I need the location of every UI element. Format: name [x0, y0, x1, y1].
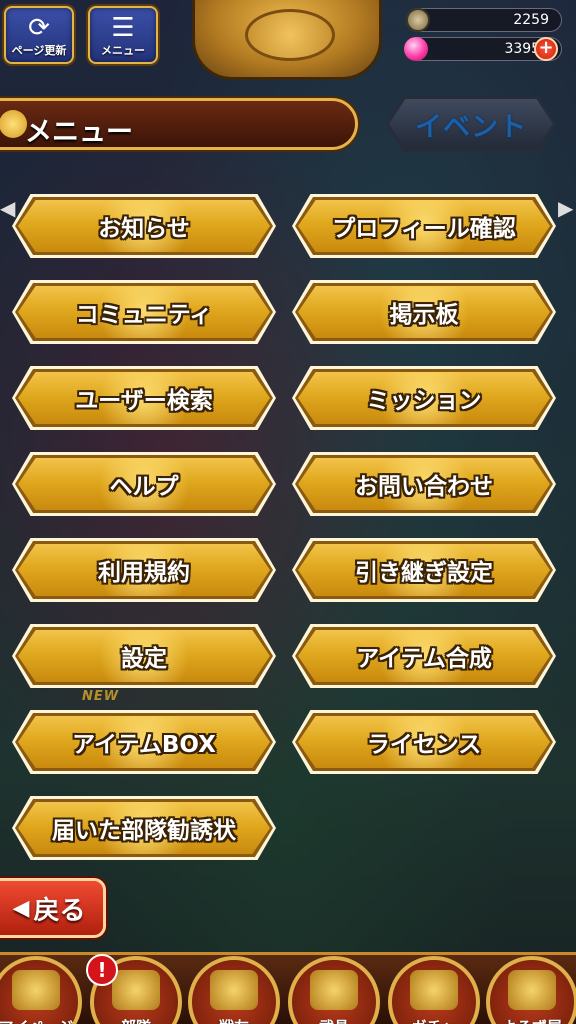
event-button[interactable]: イベント — [386, 96, 556, 152]
menu-button-label: アイテムBOX — [72, 732, 216, 758]
nav-item-label: 戦友 — [192, 1016, 276, 1024]
menu-button-transfer[interactable]: 引き継ぎ設定 — [292, 538, 556, 602]
helmet-icon — [310, 970, 358, 1010]
menu-button-label: アイテム合成 — [356, 646, 492, 672]
nav-item-label: よろず屋 — [490, 1016, 574, 1024]
menu-button-contact[interactable]: お問い合わせ — [292, 452, 556, 516]
menu-button-label: ユーザー検索 — [75, 388, 213, 414]
coin-icon — [406, 8, 430, 32]
notification-badge: ! — [86, 954, 118, 986]
menu-button-license[interactable]: ライセンス — [292, 710, 556, 774]
menu-button-label: ミッション — [366, 388, 482, 414]
right-arrow-icon: ▶ — [558, 196, 574, 220]
menu-button-label: 引き継ぎ設定 — [355, 560, 493, 586]
menu-header: メニュー — [0, 98, 358, 150]
menu-button-label: 利用規約 — [98, 560, 190, 586]
menu-button-bbs[interactable]: 掲示板 — [292, 280, 556, 344]
menu-button-community[interactable]: コミュニティ — [12, 280, 276, 344]
nav-item-label: 部隊 — [94, 1016, 178, 1024]
nav-item-label: 武具 — [292, 1016, 376, 1024]
header-orb-icon — [0, 110, 27, 138]
menu-button-invitations[interactable]: 届いた部隊勧誘状 — [12, 796, 276, 860]
new-badge: NEW — [82, 689, 120, 704]
menu-button-news[interactable]: お知らせ — [12, 194, 276, 258]
menu-button-label: ヘルプ — [109, 474, 179, 500]
menu-button-label: コミュニティ — [75, 302, 213, 328]
menu-button-item-box[interactable]: アイテムBOX — [12, 710, 276, 774]
menu-button-label: メニュー — [101, 44, 145, 57]
palace-icon — [12, 970, 60, 1010]
menu-button-profile[interactable]: プロフィール確認 — [292, 194, 556, 258]
add-gems-button[interactable]: + — [534, 37, 558, 61]
menu-button-help[interactable]: ヘルプ — [12, 452, 276, 516]
page-refresh-button[interactable]: ⟳ ページ更新 — [4, 6, 74, 64]
left-arrow-icon: ◀ — [0, 196, 16, 220]
refresh-icon: ⟳ — [28, 13, 50, 43]
nav-item-label: ガチャ — [392, 1016, 476, 1024]
menu-button-label: お問い合わせ — [355, 474, 493, 500]
menu-button-label: 設定 — [121, 646, 167, 672]
warrior-icon — [210, 970, 258, 1010]
top-bar: ⟳ ページ更新 ☰ メニュー 2259 33950 + — [0, 0, 576, 80]
top-medallion — [192, 0, 382, 80]
menu-button-label: 届いた部隊勧誘状 — [52, 818, 236, 844]
menu-button-mission[interactable]: ミッション — [292, 366, 556, 430]
page-title: メニュー — [25, 117, 133, 148]
peach-emblem-icon — [245, 9, 335, 61]
flag-icon — [112, 970, 160, 1010]
bowl-icon — [410, 970, 458, 1010]
menu-button-settings[interactable]: 設定 — [12, 624, 276, 688]
menu-button-label: ライセンス — [366, 732, 482, 758]
gem-icon — [404, 37, 428, 61]
nav-item-label: マイページ — [0, 1016, 78, 1024]
menu-button[interactable]: ☰ メニュー — [88, 6, 158, 64]
menu-button-label: プロフィール確認 — [332, 216, 516, 242]
page-refresh-label: ページ更新 — [11, 44, 67, 57]
menu-button-label: 掲示板 — [389, 302, 459, 328]
menu-button-item-synthesis[interactable]: アイテム合成 — [292, 624, 556, 688]
event-button-label: イベント — [389, 99, 553, 149]
menu-button-label: お知らせ — [98, 216, 190, 242]
back-button[interactable]: ◀ 戻る — [0, 878, 106, 938]
menu-button-user-search[interactable]: ユーザー検索 — [12, 366, 276, 430]
back-arrow-icon: ◀ — [12, 895, 30, 921]
menu-button-terms[interactable]: 利用規約 — [12, 538, 276, 602]
back-button-label: 戻る — [33, 895, 86, 926]
list-icon: ☰ — [111, 13, 135, 43]
peach-icon — [508, 970, 556, 1010]
